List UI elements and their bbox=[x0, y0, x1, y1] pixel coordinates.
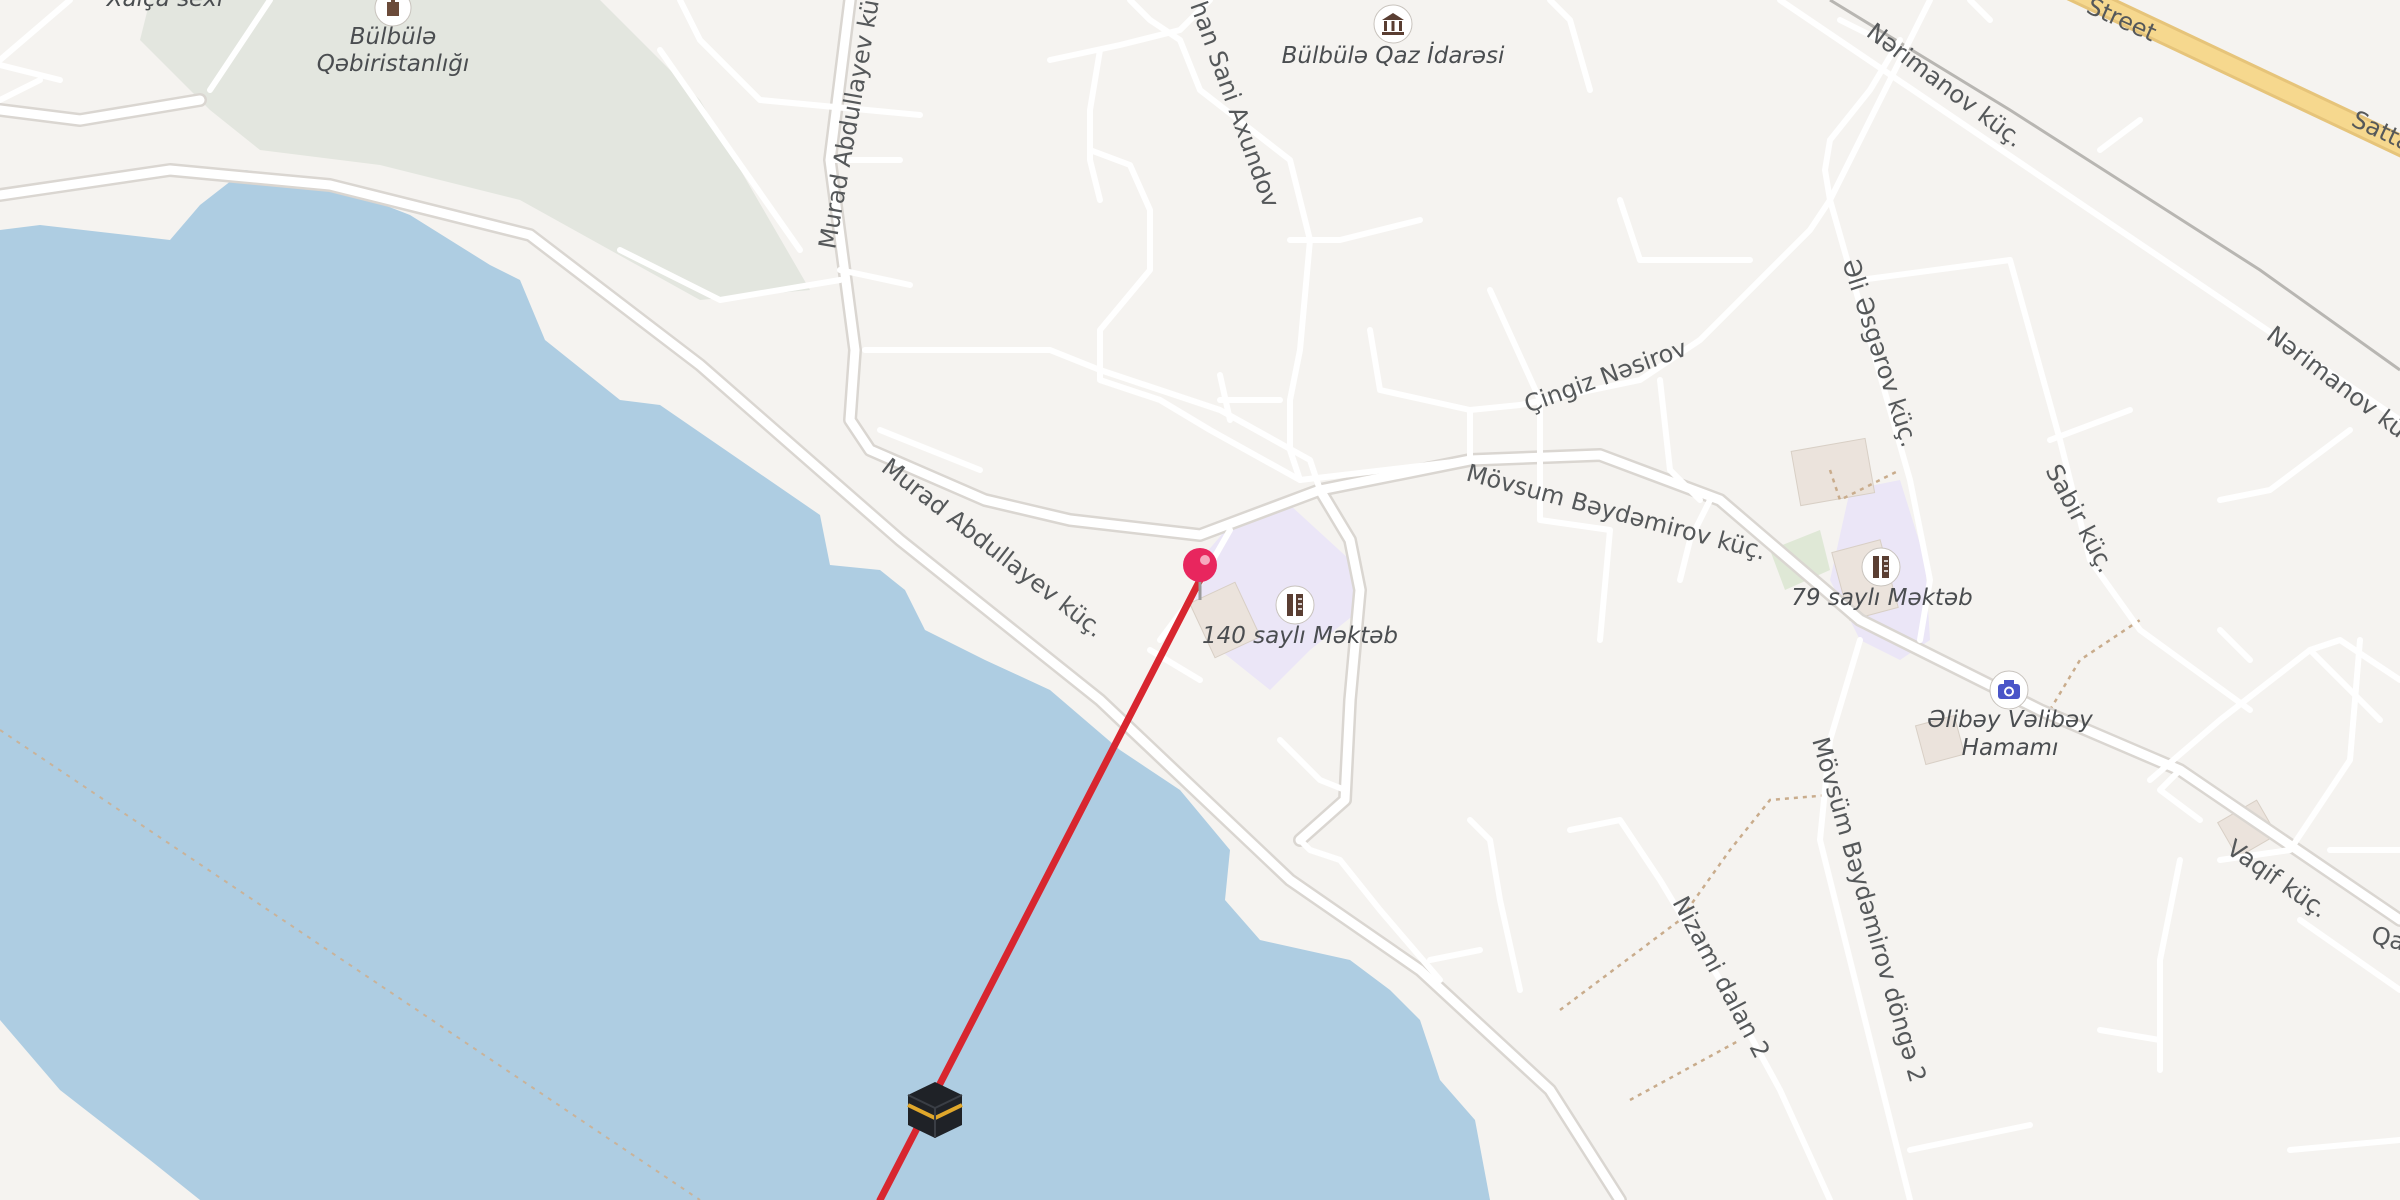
label-school-79: 79 saylı Məktəb bbox=[1791, 585, 1972, 611]
label-top-left-cut: Xalça sexi bbox=[106, 0, 224, 12]
school-icon[interactable] bbox=[1861, 547, 1901, 587]
label-gas-office: Bülbülə Qaz İdarəsi bbox=[1282, 41, 1505, 69]
label-alibay-line1: Əlibəy Vəlibəy bbox=[1927, 707, 2093, 733]
label-cemetery-line1: Bülbülə bbox=[350, 24, 436, 50]
map-svg[interactable]: Xalça sexi Bülbülə Qəbiristanlığı Bülbül… bbox=[0, 0, 2400, 1200]
government-building-icon[interactable] bbox=[1373, 4, 1413, 44]
label-school-140: 140 saylı Məktəb bbox=[1202, 623, 1398, 649]
map-canvas[interactable]: Xalça sexi Bülbülə Qəbiristanlığı Bülbül… bbox=[0, 0, 2400, 1200]
camera-icon[interactable] bbox=[1989, 670, 2029, 710]
label-cemetery-line2: Qəbiristanlığı bbox=[317, 51, 470, 77]
label-alibay-line2: Hamamı bbox=[1962, 735, 2059, 761]
school-icon[interactable] bbox=[1275, 585, 1315, 625]
